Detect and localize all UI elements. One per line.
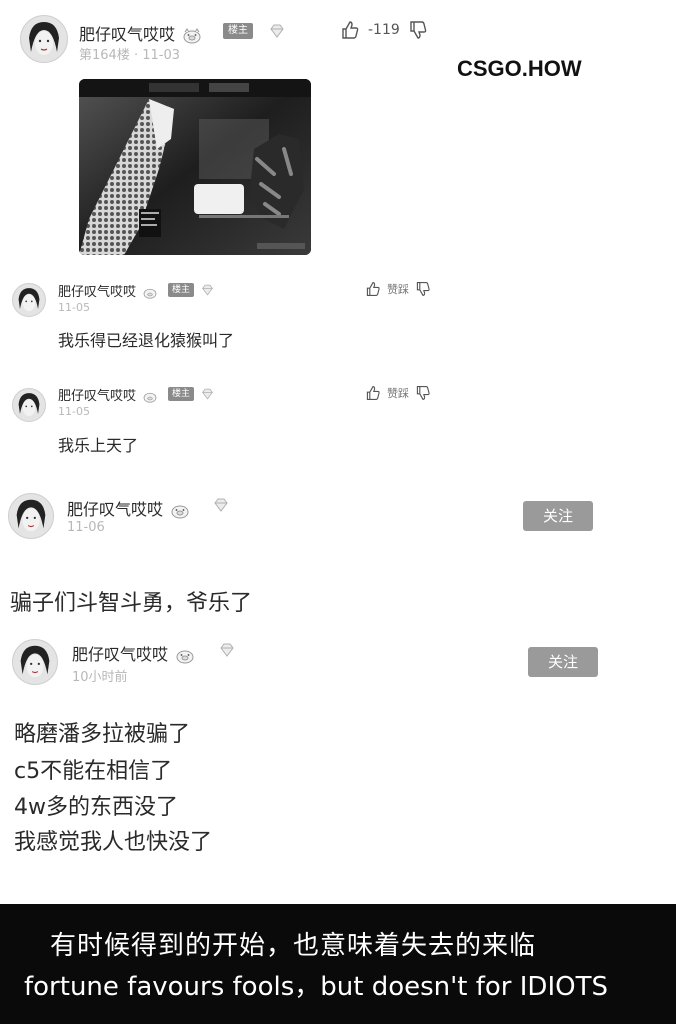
post-text-line: 略磨潘多拉被骗了 xyxy=(14,722,191,747)
username[interactable]: 肥仔叹气哎哎 xyxy=(58,281,158,300)
post-time: 11-06 xyxy=(67,520,105,535)
like-label: 赞踩 xyxy=(387,283,409,296)
thumb-up-icon[interactable] xyxy=(365,281,381,297)
thumb-down-icon[interactable] xyxy=(408,20,428,40)
watermark: CSGO.HOW xyxy=(457,56,582,81)
post-text: 骗子们斗智斗勇，爷乐了 xyxy=(10,591,253,616)
thumb-down-icon[interactable] xyxy=(415,281,431,297)
reply-vote-bar: 赞踩 xyxy=(365,385,431,401)
gem-icon xyxy=(202,388,213,400)
gem-icon xyxy=(220,643,234,657)
post-text-line: 我感觉我人也快没了 xyxy=(14,830,213,855)
username[interactable]: 肥仔叹气哎哎 xyxy=(72,641,195,665)
role-badge: 楼主 xyxy=(223,23,253,39)
gem-icon xyxy=(202,284,213,296)
like-label: 赞踩 xyxy=(387,387,409,400)
floor-time: 第164楼 · 11-03 xyxy=(79,48,180,63)
vote-bar: -119 xyxy=(340,20,428,40)
pig-emoji-icon xyxy=(183,27,201,43)
gem-icon xyxy=(214,498,228,512)
vote-count: -119 xyxy=(368,22,400,38)
role-badge: 楼主 xyxy=(168,283,195,297)
pig-emoji-icon xyxy=(176,650,194,663)
reply-text: 我乐上天了 xyxy=(58,436,139,455)
avatar[interactable] xyxy=(12,283,46,317)
follow-button[interactable]: 关注 xyxy=(528,647,598,677)
thumb-down-icon[interactable] xyxy=(415,385,431,401)
reply-text: 我乐得已经退化猿猴叫了 xyxy=(58,331,235,350)
post-time: 10小时前 xyxy=(72,670,128,685)
post-text-line: c5不能在相信了 xyxy=(14,759,173,784)
avatar[interactable] xyxy=(12,388,46,422)
reply-time: 11-05 xyxy=(58,301,90,314)
gem-icon xyxy=(270,24,284,38)
username[interactable]: 肥仔叹气哎哎 xyxy=(58,385,158,404)
reply-time: 11-05 xyxy=(58,405,90,418)
caption-bar xyxy=(0,904,676,1024)
caption-english: fortune favours fools，but doesn't for ID… xyxy=(24,972,608,1002)
thumb-up-icon[interactable] xyxy=(365,385,381,401)
game-screenshot-image[interactable] xyxy=(79,79,311,255)
avatar[interactable] xyxy=(12,639,58,685)
pig-emoji-icon xyxy=(143,288,157,299)
username[interactable]: 肥仔叹气哎哎 xyxy=(79,21,202,45)
username[interactable]: 肥仔叹气哎哎 xyxy=(67,496,190,520)
follow-button[interactable]: 关注 xyxy=(523,501,593,531)
pig-emoji-icon xyxy=(171,505,189,518)
pig-emoji-icon xyxy=(143,392,157,403)
avatar[interactable] xyxy=(8,493,54,539)
thumb-up-icon[interactable] xyxy=(340,20,360,40)
post-text-line: 4w多的东西没了 xyxy=(14,795,178,820)
reply-vote-bar: 赞踩 xyxy=(365,281,431,297)
role-badge: 楼主 xyxy=(168,387,195,401)
avatar[interactable] xyxy=(20,15,68,63)
caption-chinese: 有时候得到的开始，也意味着失去的来临 xyxy=(50,931,537,961)
